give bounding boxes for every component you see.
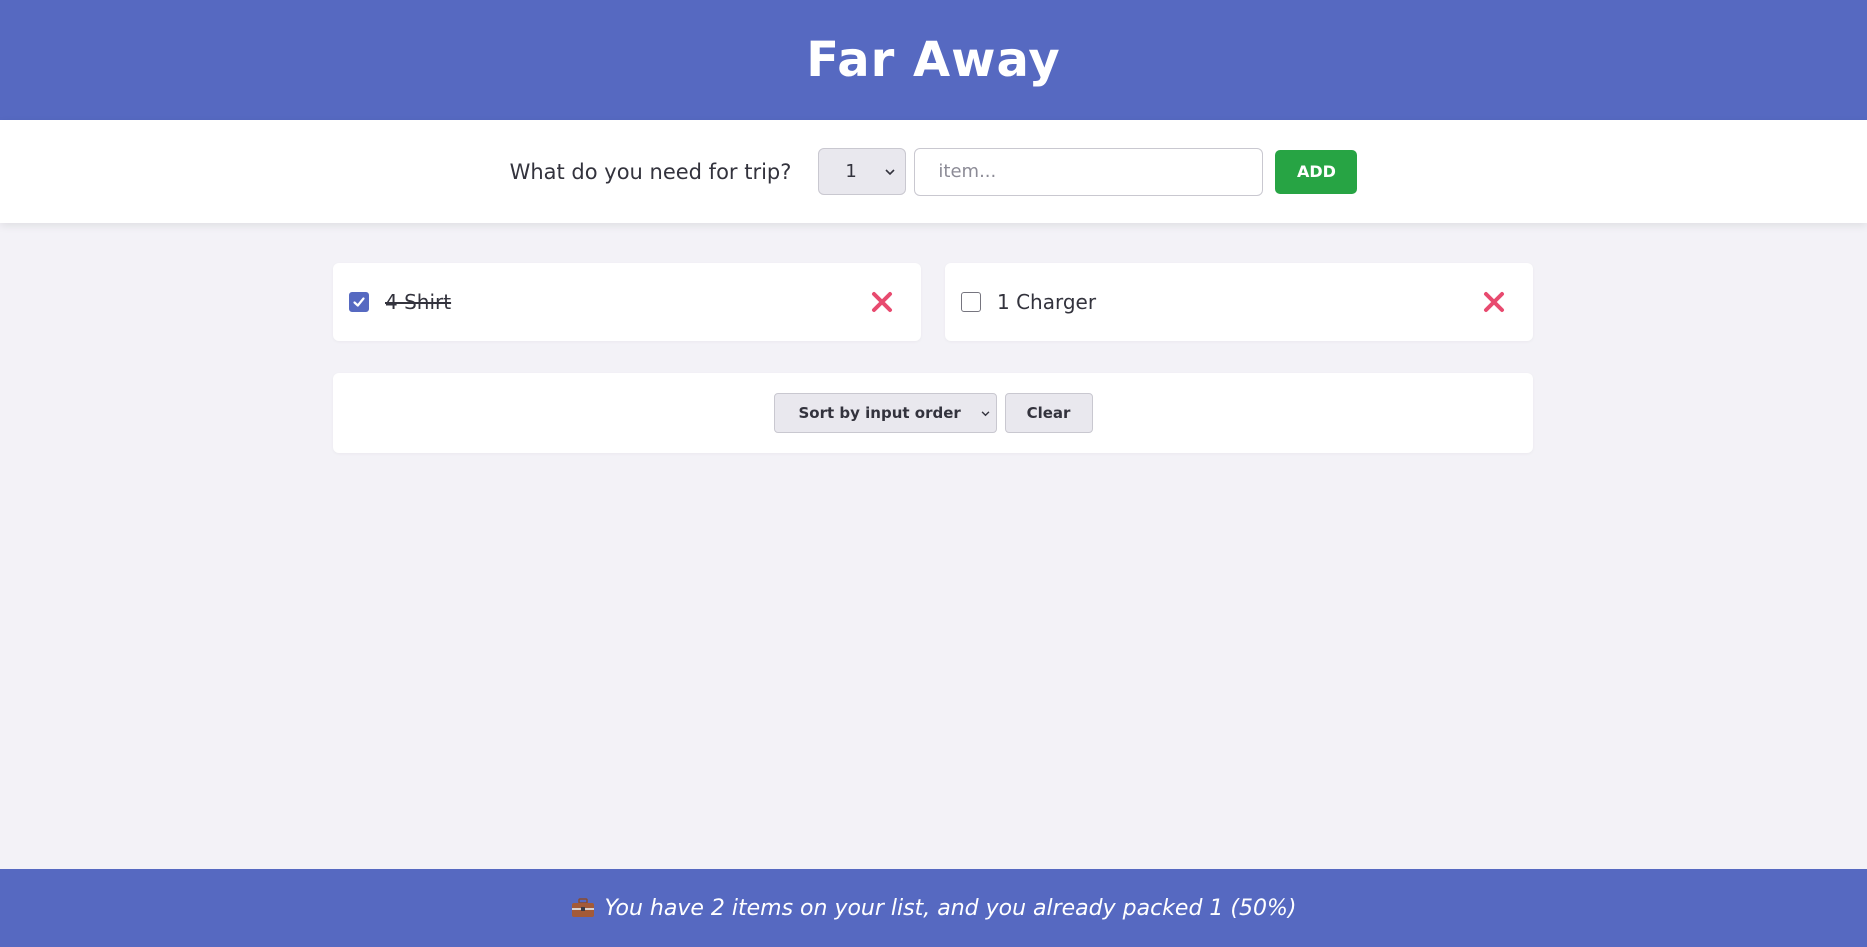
suitcase-icon <box>571 898 595 918</box>
item-label: 4 Shirt <box>385 290 452 314</box>
item-input[interactable]: item... <box>914 147 1264 196</box>
quantity-value: 1 <box>845 161 857 182</box>
app-title: Far Away <box>806 32 1061 88</box>
add-item-form: What do you need for trip? 1 item... ADD <box>0 120 1867 223</box>
list-item: 4 Shirt <box>333 263 921 341</box>
chevron-down-icon <box>885 165 895 179</box>
list-actions: Sort by input order Clear <box>333 373 1533 453</box>
form-prompt: What do you need for trip? <box>509 159 792 184</box>
list-item: 1 Charger <box>945 263 1533 341</box>
checkmark-icon <box>353 297 365 307</box>
packed-checkbox[interactable] <box>961 292 981 312</box>
app-header: Far Away <box>0 0 1867 120</box>
close-icon <box>1484 292 1504 312</box>
delete-item-button[interactable] <box>1479 287 1509 317</box>
packed-checkbox[interactable] <box>349 292 369 312</box>
add-button[interactable]: ADD <box>1275 149 1358 194</box>
chevron-down-icon <box>981 407 990 420</box>
close-icon <box>872 292 892 312</box>
quantity-select[interactable]: 1 <box>818 148 907 195</box>
item-label: 1 Charger <box>997 290 1097 314</box>
clear-button[interactable]: Clear <box>1004 393 1093 433</box>
stats-text: You have 2 items on your list, and you a… <box>604 895 1297 921</box>
stats-footer: You have 2 items on your list, and you a… <box>0 869 1867 947</box>
item-input-placeholder: item... <box>938 161 997 182</box>
sort-select[interactable]: Sort by input order <box>773 393 997 433</box>
sort-select-value: Sort by input order <box>798 404 961 422</box>
delete-item-button[interactable] <box>867 287 897 317</box>
